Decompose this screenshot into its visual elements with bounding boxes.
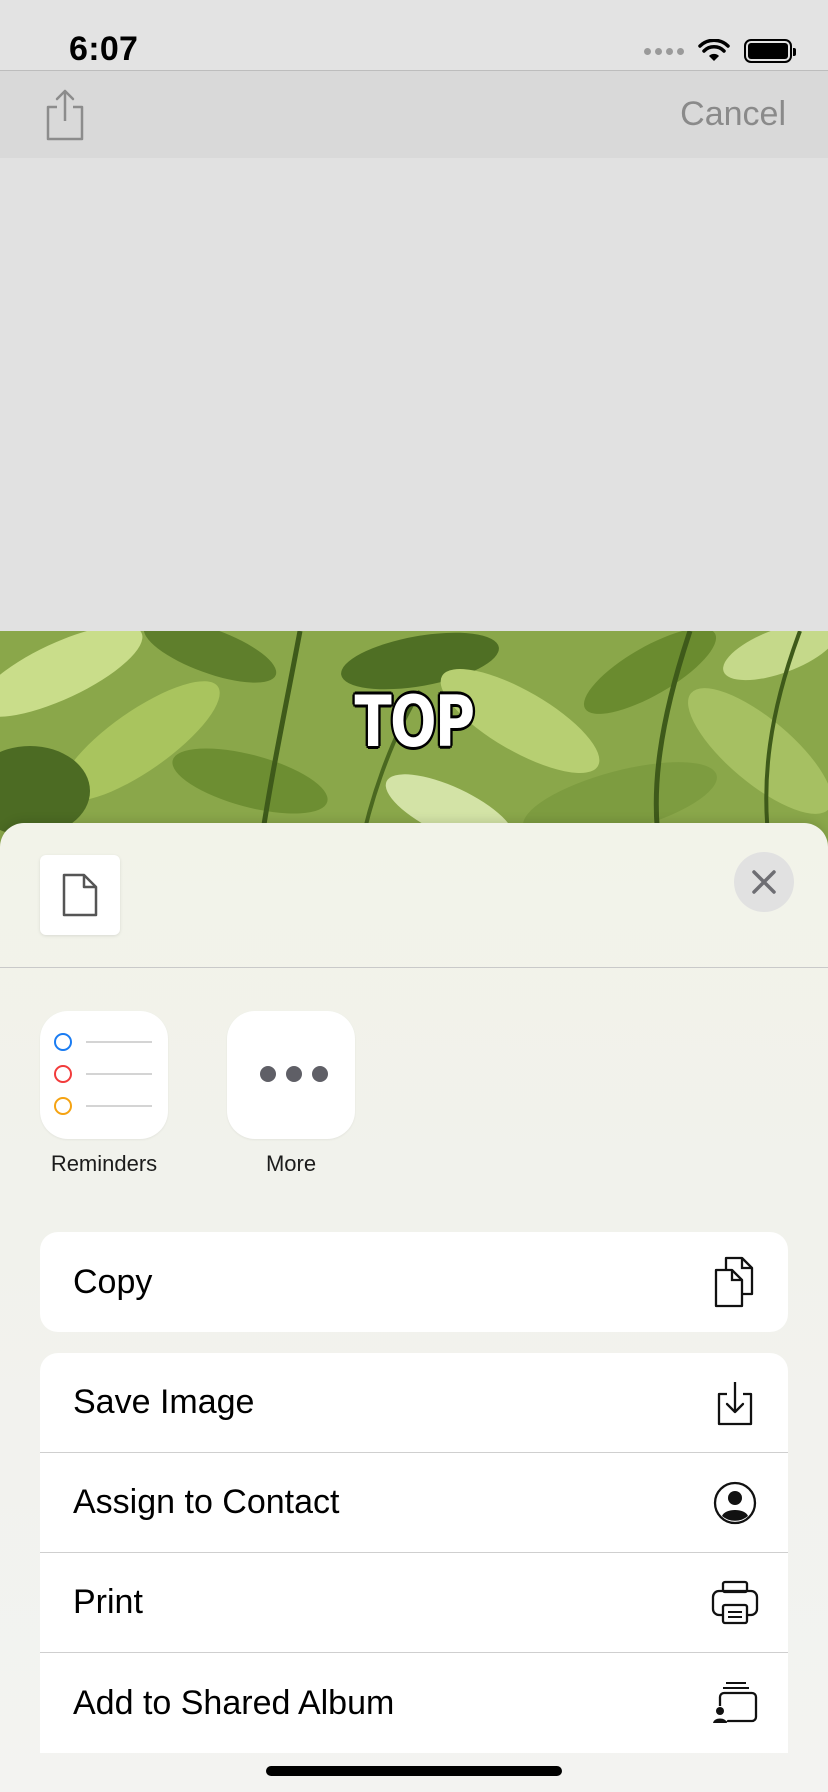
cellular-signal-icon bbox=[644, 47, 684, 55]
action-label: Save Image bbox=[73, 1383, 255, 1421]
action-add-to-shared-album[interactable]: Add to Shared Album bbox=[40, 1653, 788, 1753]
share-icon bbox=[46, 89, 84, 141]
shared-album-icon bbox=[710, 1675, 760, 1731]
canvas-area bbox=[0, 158, 828, 631]
close-button[interactable] bbox=[734, 852, 794, 912]
actions-group-copy: Copy bbox=[40, 1232, 788, 1332]
copy-icon bbox=[710, 1254, 760, 1310]
document-icon bbox=[62, 873, 98, 917]
share-apps-row: Reminders More bbox=[40, 1011, 355, 1177]
document-thumbnail bbox=[40, 855, 120, 935]
more-icon[interactable] bbox=[227, 1011, 355, 1139]
meme-image: TOP bbox=[0, 631, 828, 851]
home-indicator[interactable] bbox=[266, 1766, 562, 1776]
save-image-icon bbox=[710, 1375, 760, 1431]
app-label: Reminders bbox=[50, 1151, 158, 1176]
action-assign-to-contact[interactable]: Assign to Contact bbox=[40, 1453, 788, 1553]
actions-group-main: Save Image Assign to Contact Print Add t… bbox=[40, 1353, 788, 1753]
status-time: 6:07 bbox=[69, 30, 139, 68]
reminders-icon[interactable] bbox=[40, 1011, 168, 1139]
app-reminders[interactable]: Reminders bbox=[40, 1011, 168, 1177]
action-save-image[interactable]: Save Image bbox=[40, 1353, 788, 1453]
wifi-icon bbox=[698, 39, 730, 61]
contact-icon bbox=[710, 1475, 760, 1531]
cancel-button[interactable]: Cancel bbox=[680, 95, 786, 134]
action-copy[interactable]: Copy bbox=[40, 1232, 788, 1332]
close-icon bbox=[752, 870, 776, 894]
app-more[interactable]: More bbox=[227, 1011, 355, 1177]
share-sheet-header bbox=[0, 823, 828, 968]
battery-icon bbox=[744, 39, 796, 63]
share-button[interactable] bbox=[40, 87, 90, 143]
action-label: Print bbox=[73, 1583, 143, 1621]
status-bar: 6:07 bbox=[0, 0, 828, 70]
action-print[interactable]: Print bbox=[40, 1553, 788, 1653]
action-label: Assign to Contact bbox=[73, 1483, 340, 1521]
action-label: Copy bbox=[73, 1262, 153, 1301]
top-toolbar: Cancel bbox=[0, 70, 828, 158]
meme-top-text: TOP bbox=[354, 681, 476, 763]
app-label: More bbox=[265, 1151, 317, 1176]
share-sheet: Reminders More Copy Save Image Assign to… bbox=[0, 823, 828, 1792]
print-icon bbox=[710, 1575, 760, 1631]
action-label: Add to Shared Album bbox=[73, 1683, 395, 1722]
status-icons bbox=[644, 36, 796, 66]
